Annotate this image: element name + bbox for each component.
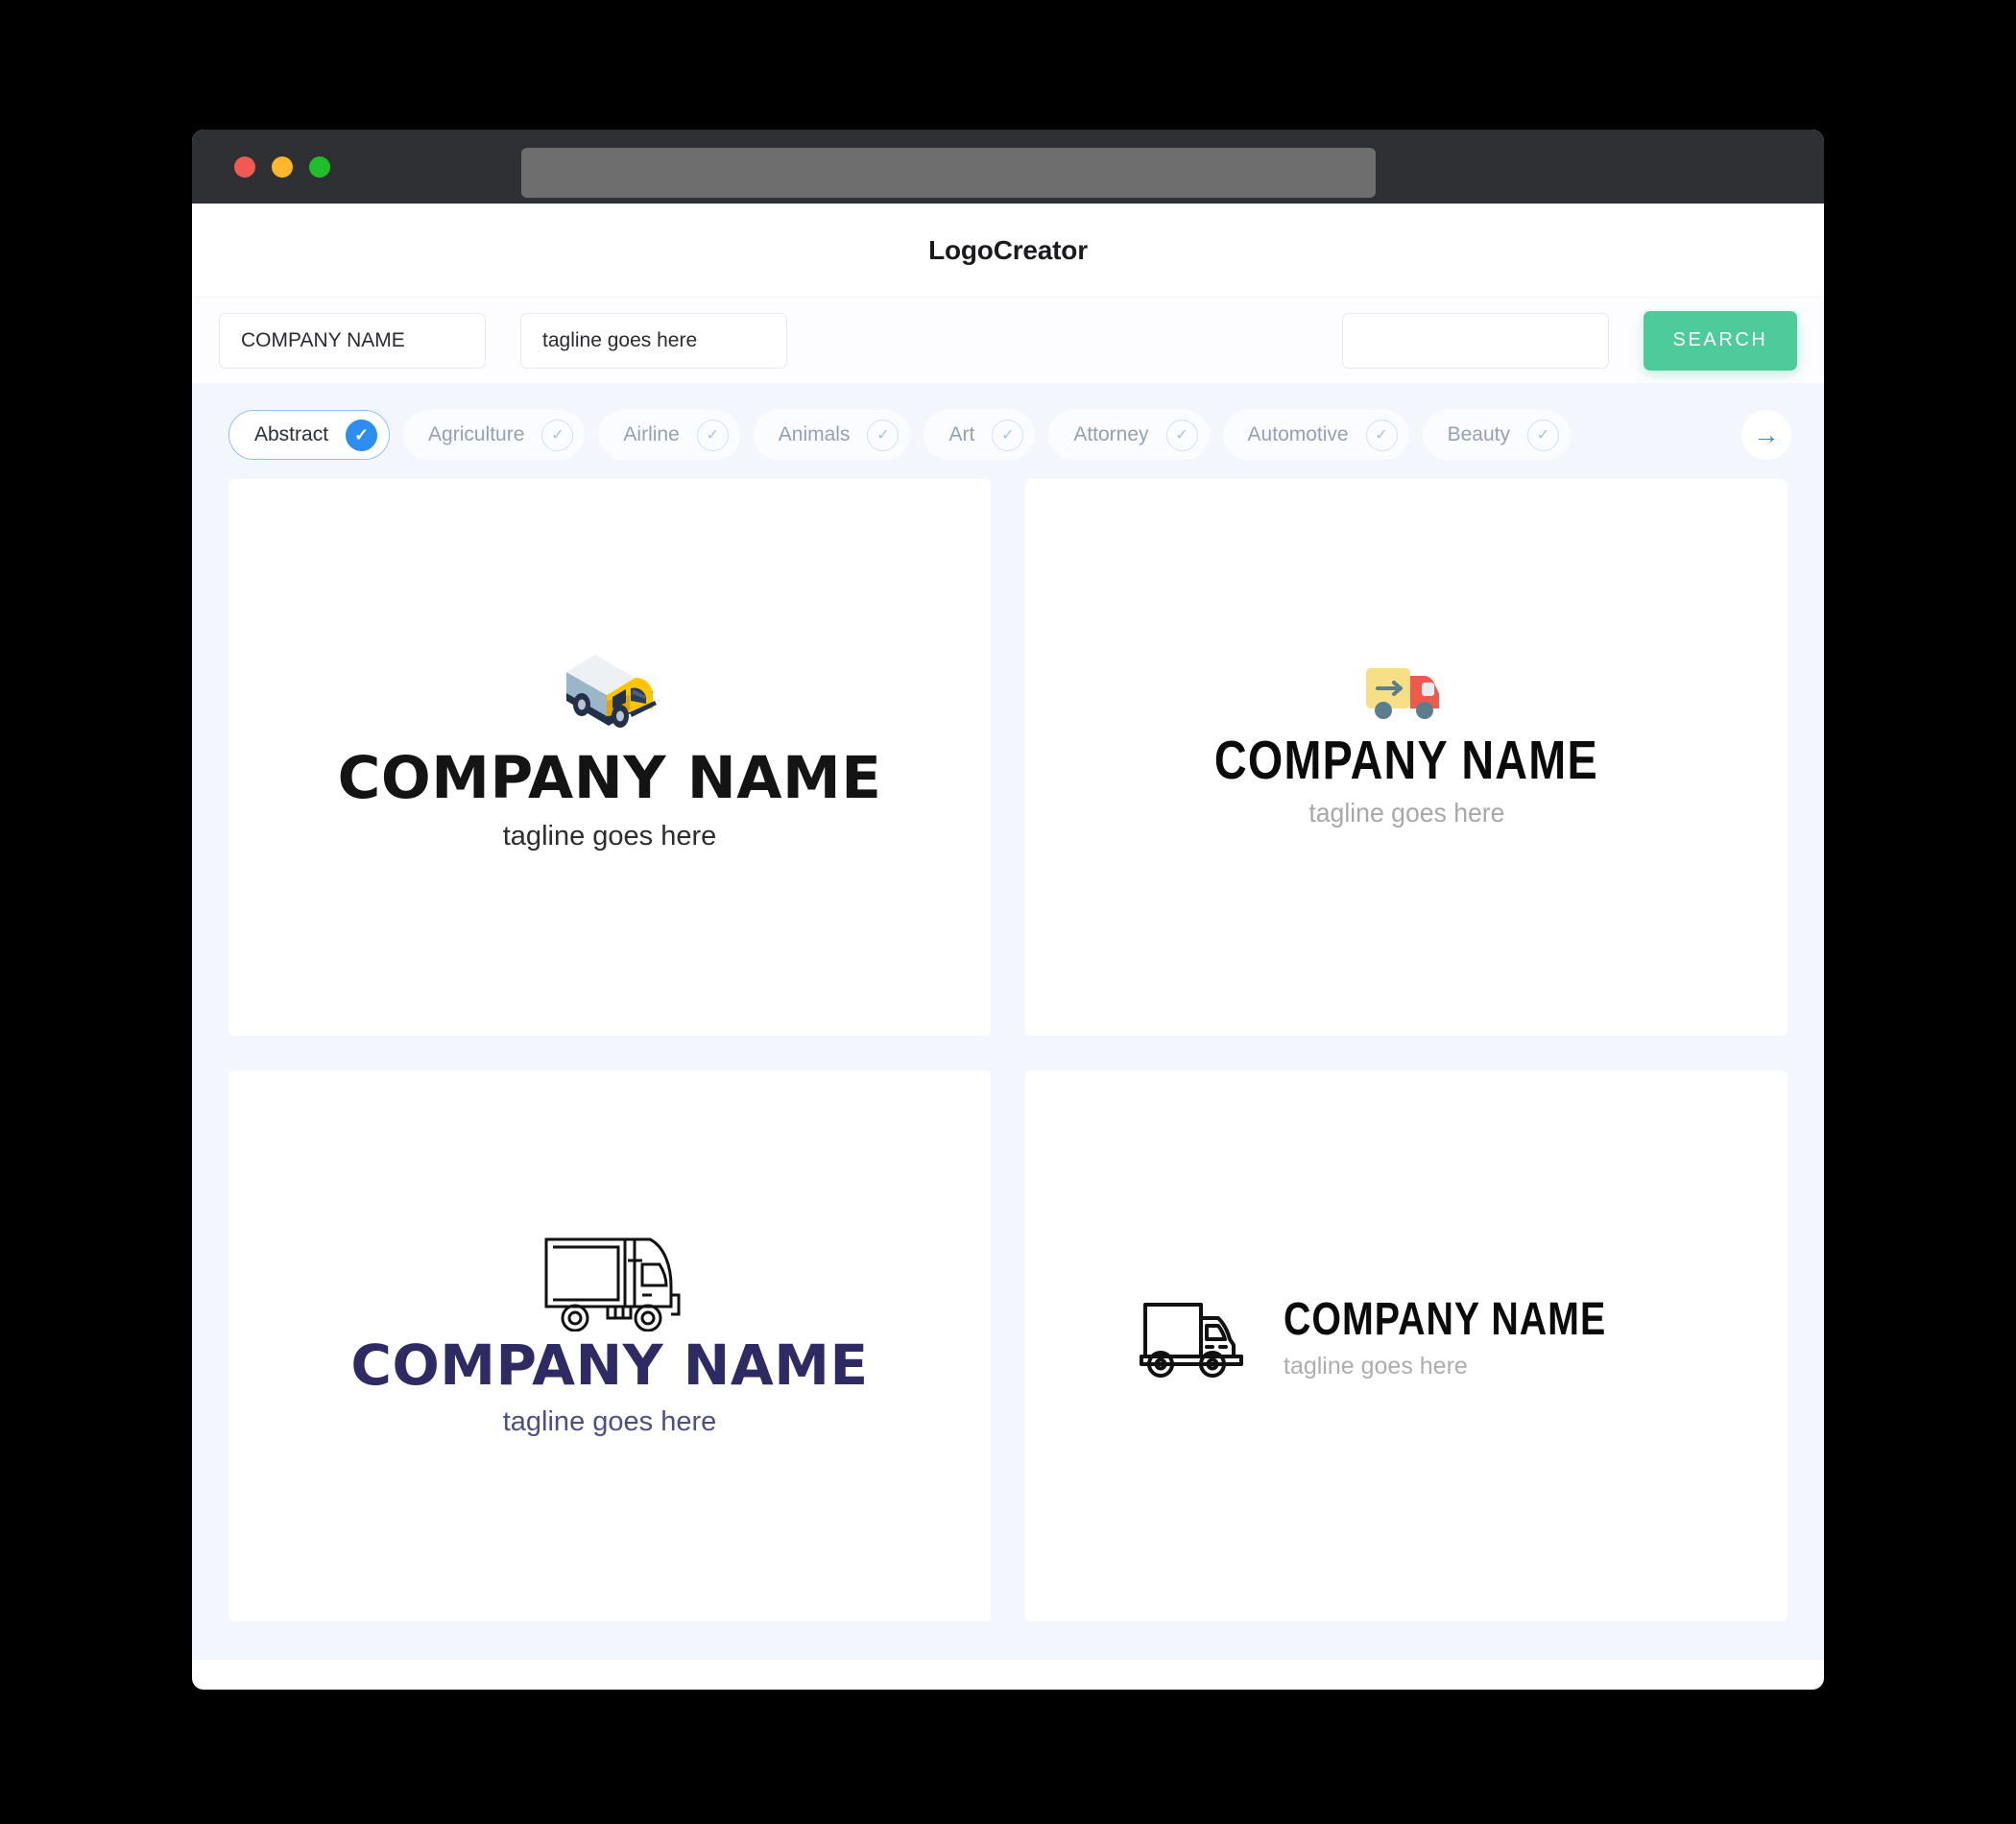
url-bar[interactable] [521, 148, 1376, 198]
check-icon: ✓ [867, 419, 900, 451]
category-chip-agriculture[interactable]: Agriculture ✓ [403, 410, 586, 460]
category-chip-label: Agriculture [428, 423, 525, 445]
logo-company-name: COMPANY NAME [350, 1332, 869, 1399]
category-chip-label: Attorney [1073, 423, 1149, 445]
check-icon: ✓ [696, 419, 729, 451]
logo-company-name: COMPANY NAME [1284, 1293, 1607, 1345]
category-chip-beauty[interactable]: Beauty ✓ [1422, 410, 1571, 460]
check-icon: ✓ [1165, 419, 1198, 451]
browser-titlebar [192, 130, 1824, 204]
category-chip-attorney[interactable]: Attorney ✓ [1048, 410, 1210, 460]
category-chip-automotive[interactable]: Automotive ✓ [1222, 410, 1409, 460]
category-filter-bar: Abstract ✓ Agriculture ✓ Airline ✓ Anima… [192, 383, 1824, 479]
next-categories-arrow-icon[interactable]: → [1741, 410, 1791, 460]
logo-card[interactable]: COMPANY NAME tagline goes here [1025, 479, 1788, 1036]
search-toolbar: SEARCH [192, 297, 1824, 383]
traffic-light-buttons [234, 156, 330, 178]
category-chip-list: Abstract ✓ Agriculture ✓ Airline ✓ Anima… [192, 410, 1824, 460]
outline-semi-truck-icon [525, 1218, 693, 1336]
logo-company-name: COMPANY NAME [1214, 730, 1598, 792]
category-chip-label: Abstract [254, 423, 329, 445]
isometric-truck-icon [538, 628, 682, 748]
logo-tagline: tagline goes here [502, 1406, 717, 1438]
search-button[interactable]: SEARCH [1644, 310, 1797, 371]
category-chip-label: Automotive [1247, 423, 1349, 445]
app-header: LogoCreator [192, 204, 1824, 297]
close-window-button[interactable] [234, 156, 255, 178]
tagline-input[interactable] [520, 312, 787, 369]
logo-text-block: COMPANY NAME tagline goes here [1284, 1293, 1677, 1380]
logo-card[interactable]: COMPANY NAME tagline goes here [228, 1069, 991, 1621]
category-chip-airline[interactable]: Airline ✓ [598, 410, 740, 460]
logo-results-grid: COMPANY NAME tagline goes here COMPANY N… [192, 479, 1824, 1660]
category-chip-label: Airline [623, 423, 680, 445]
category-chip-label: Animals [778, 423, 851, 445]
check-icon: ✓ [346, 419, 378, 451]
logo-card[interactable]: COMPANY NAME tagline goes here [1025, 1069, 1788, 1621]
logo-preview: COMPANY NAME tagline goes here [350, 1218, 868, 1438]
category-chip-label: Art [948, 423, 975, 445]
flat-delivery-truck-icon [1358, 651, 1454, 732]
category-chip-label: Beauty [1447, 423, 1510, 445]
logo-card[interactable]: COMPANY NAME tagline goes here [228, 479, 991, 1036]
maximize-window-button[interactable] [309, 156, 330, 178]
outline-box-truck-icon [1136, 1291, 1251, 1384]
logo-tagline: tagline goes here [1308, 798, 1505, 828]
check-icon: ✓ [992, 419, 1024, 451]
category-chip-art[interactable]: Art ✓ [924, 410, 1036, 460]
category-chip-animals[interactable]: Animals ✓ [753, 410, 911, 460]
minimize-window-button[interactable] [272, 156, 293, 178]
logo-tagline: tagline goes here [502, 820, 717, 852]
check-icon: ✓ [1365, 419, 1398, 451]
browser-window: LogoCreator SEARCH Abstract ✓ Agricultur… [192, 130, 1824, 1690]
category-chip-abstract[interactable]: Abstract ✓ [228, 410, 391, 460]
logo-company-name: COMPANY NAME [337, 743, 882, 812]
company-name-input[interactable] [219, 312, 486, 369]
check-icon: ✓ [1527, 419, 1559, 451]
app-title: LogoCreator [928, 234, 1088, 265]
logo-preview: COMPANY NAME tagline goes here [1172, 651, 1641, 828]
check-icon: ✓ [541, 419, 574, 451]
logo-preview: COMPANY NAME tagline goes here [1136, 1291, 1677, 1384]
logo-preview: COMPANY NAME tagline goes here [338, 628, 882, 852]
keyword-input[interactable] [1342, 312, 1609, 369]
logo-tagline: tagline goes here [1284, 1352, 1468, 1380]
